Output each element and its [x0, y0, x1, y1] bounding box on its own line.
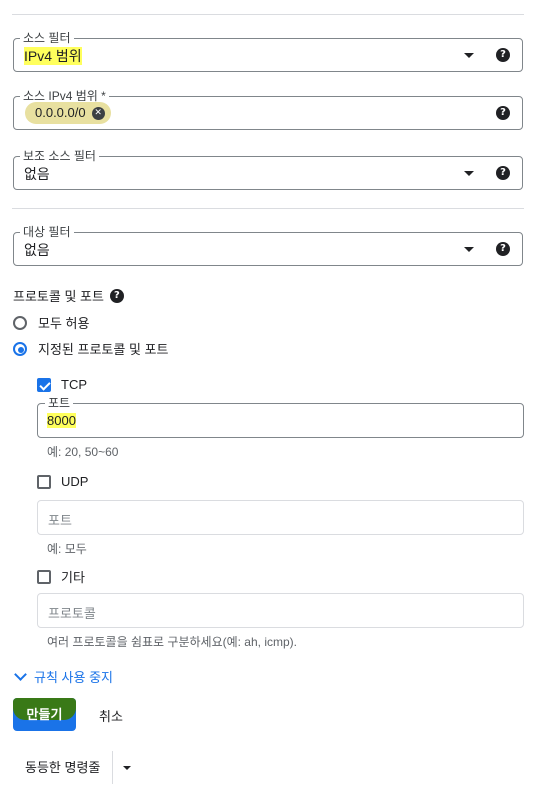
- other-protocol-placeholder: 프로토콜: [48, 606, 96, 621]
- ipv4-chip-text: 0.0.0.0/0: [35, 105, 86, 120]
- other-checkbox[interactable]: [37, 569, 51, 584]
- tcp-hint: 예: 20, 50~60: [47, 445, 119, 459]
- ipv4-chip: 0.0.0.0/0 ✕: [25, 102, 111, 124]
- udp-port-input[interactable]: 포트: [37, 500, 524, 535]
- tcp-port-label: 포트: [45, 395, 74, 411]
- equivalent-command-button[interactable]: 동등한 명령줄: [13, 751, 132, 784]
- radio-specified-label: 지정된 프로토콜 및 포트: [38, 342, 169, 357]
- tcp-port-input[interactable]: 포트 8000: [37, 395, 524, 438]
- protocols-heading: 프로토콜 및 포트 ?: [13, 286, 124, 305]
- other-label: 기타: [61, 570, 85, 585]
- other-hint: 여러 프로토콜을 쉼표로 구분하세요(예: ah, icmp).: [47, 635, 297, 649]
- radio-allow-all-label: 모두 허용: [38, 316, 90, 331]
- clear-chip-icon[interactable]: ✕: [91, 106, 105, 120]
- radio-button-selected[interactable]: [13, 341, 27, 356]
- top-divider: [12, 14, 524, 15]
- udp-hint: 예: 모두: [47, 542, 87, 556]
- target-filter-select[interactable]: 대상 필터 없음 ?: [13, 224, 523, 266]
- other-checkbox-row[interactable]: 기타: [37, 567, 85, 586]
- tcp-port-value: 8000: [47, 413, 76, 428]
- other-protocol-input[interactable]: 프로토콜: [37, 593, 524, 628]
- udp-checkbox[interactable]: [37, 474, 51, 489]
- radio-allow-all[interactable]: 모두 허용: [13, 313, 89, 332]
- caret-down-icon[interactable]: [464, 171, 474, 176]
- help-icon[interactable]: ?: [496, 242, 510, 256]
- radio-button[interactable]: [13, 315, 27, 330]
- source-filter-value: IPv4 범위: [24, 47, 82, 65]
- create-button[interactable]: 만들기: [13, 698, 76, 731]
- protocols-title: 프로토콜 및 포트: [13, 289, 104, 304]
- help-icon[interactable]: ?: [109, 288, 124, 303]
- secondary-filter-label: 보조 소스 필터: [20, 148, 99, 164]
- chevron-down-icon: [14, 668, 27, 681]
- help-icon[interactable]: ?: [496, 106, 510, 120]
- equivalent-command-label[interactable]: 동등한 명령줄: [13, 751, 112, 784]
- radio-specified[interactable]: 지정된 프로토콜 및 포트: [13, 339, 168, 358]
- udp-checkbox-row[interactable]: UDP: [37, 474, 88, 489]
- target-filter-label: 대상 필터: [20, 224, 74, 240]
- caret-down-icon[interactable]: [123, 765, 132, 770]
- secondary-source-filter-select[interactable]: 보조 소스 필터 없음 ?: [13, 148, 523, 190]
- source-filter-label: 소스 필터: [20, 30, 74, 46]
- caret-down-icon[interactable]: [464, 53, 474, 58]
- target-filter-value: 없음: [24, 242, 50, 258]
- tcp-label: TCP: [61, 377, 87, 392]
- secondary-filter-value: 없음: [24, 166, 50, 182]
- tcp-checkbox-row[interactable]: TCP: [37, 377, 87, 392]
- tcp-checkbox[interactable]: [37, 377, 51, 392]
- help-icon[interactable]: ?: [496, 48, 510, 62]
- disable-rule-label: 규칙 사용 중지: [34, 670, 113, 685]
- disable-rule-toggle[interactable]: 규칙 사용 중지: [13, 667, 113, 686]
- cancel-button[interactable]: 취소: [99, 706, 123, 725]
- udp-port-placeholder: 포트: [48, 513, 72, 528]
- button-separator: [112, 751, 114, 784]
- source-filter-select[interactable]: 소스 필터 IPv4 범위 ?: [13, 30, 523, 72]
- help-icon[interactable]: ?: [496, 166, 510, 180]
- source-ipv4-range-field[interactable]: 소스 IPv4 범위 * 0.0.0.0/0 ✕ ?: [13, 88, 523, 130]
- create-button-label: 만들기: [26, 707, 63, 722]
- middle-divider: [12, 208, 524, 209]
- udp-label: UDP: [61, 474, 89, 489]
- caret-down-icon[interactable]: [464, 247, 474, 252]
